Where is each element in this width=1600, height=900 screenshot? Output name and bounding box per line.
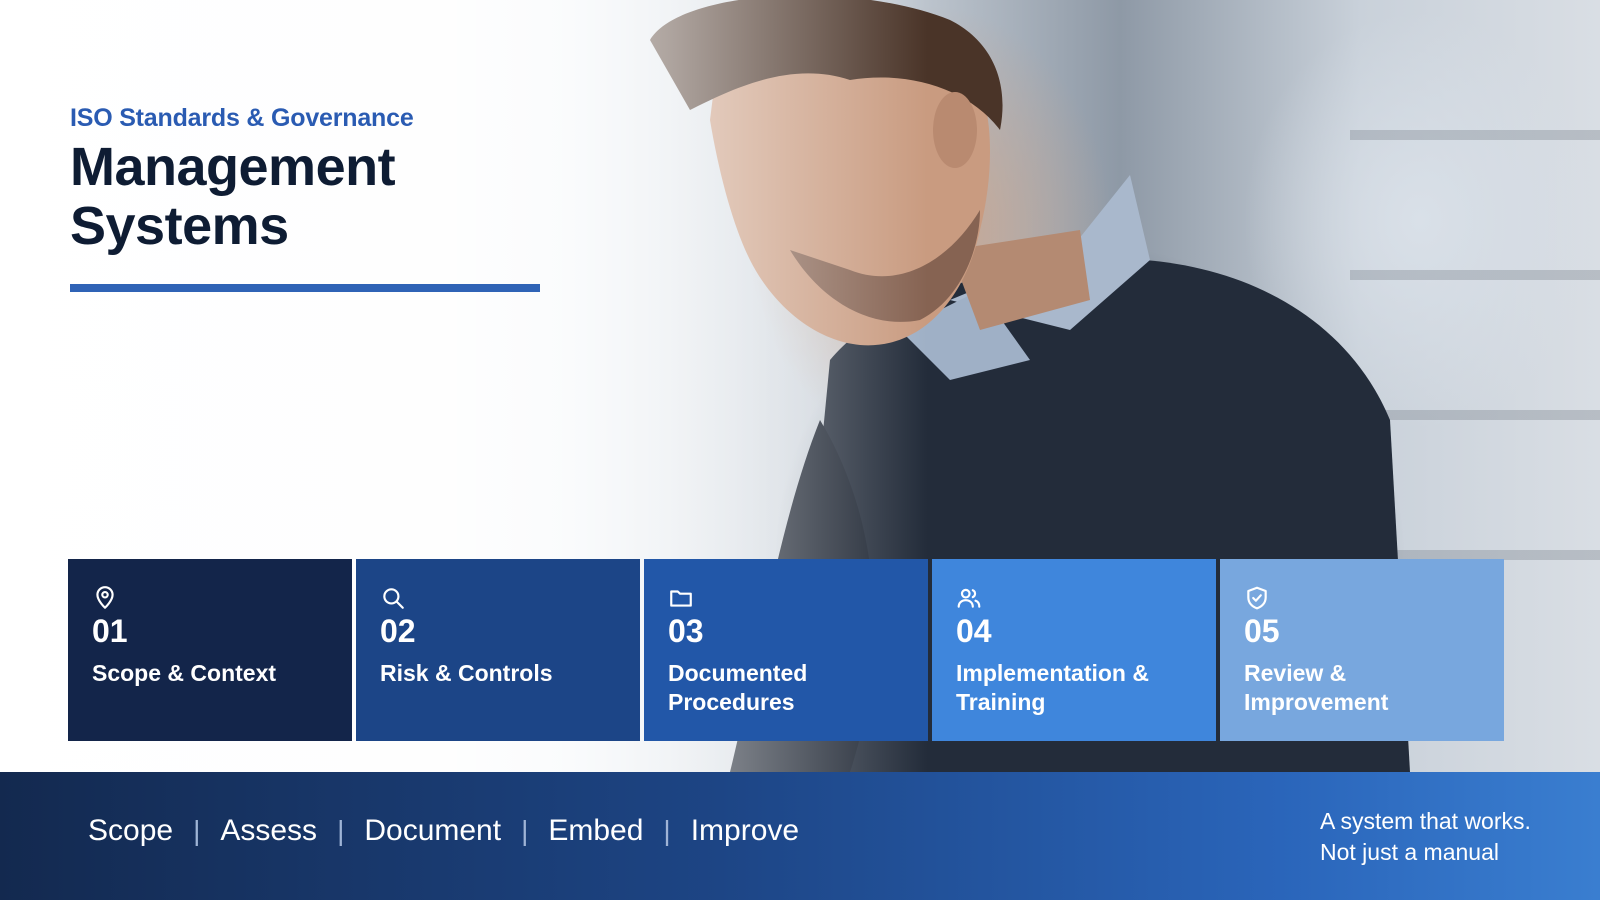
step-separator: | — [337, 815, 345, 846]
shield-check-icon — [1244, 585, 1270, 611]
page-title-line-2: Systems — [70, 196, 289, 256]
step-improve: Improve — [690, 814, 800, 847]
users-icon — [956, 585, 982, 611]
card-label: Review & Improvement — [1244, 660, 1389, 715]
card-label: Scope & Context — [92, 660, 277, 686]
card-number: 05 — [1244, 613, 1280, 649]
step-separator: | — [193, 815, 201, 846]
tagline: A system that works. Not just a manual — [1320, 806, 1580, 868]
card-number: 03 — [668, 613, 704, 649]
step-separator: | — [521, 815, 529, 846]
card-number: 02 — [380, 613, 416, 649]
card-label: Documented Procedures — [668, 660, 808, 715]
card-label: Implementation & Training — [956, 660, 1149, 715]
card-implementation-training: 04 Implementation & Training — [932, 559, 1216, 741]
step-document: Document — [364, 814, 502, 847]
folder-icon — [668, 585, 694, 611]
card-scope-context: 01 Scope & Context — [68, 559, 352, 741]
card-review-improvement: 05 Review & Improvement — [1220, 559, 1504, 741]
process-steps: Scope | Assess | Document | Embed | Impr… — [88, 814, 799, 848]
steps-cards: 01 Scope & Context 02 Risk & Controls 03… — [68, 559, 1504, 741]
eyebrow-label: ISO Standards & Governance — [70, 104, 414, 132]
step-assess: Assess — [220, 814, 318, 847]
card-number: 01 — [92, 613, 128, 649]
card-number: 04 — [956, 613, 992, 649]
step-scope: Scope — [88, 814, 174, 847]
card-risk-controls: 02 Risk & Controls — [356, 559, 640, 741]
tagline-line-1: A system that works. — [1320, 808, 1531, 834]
step-embed: Embed — [548, 814, 644, 847]
tagline-line-2: Not just a manual — [1320, 839, 1499, 865]
page-title: Management Systems — [70, 138, 590, 256]
card-label: Risk & Controls — [380, 660, 553, 686]
page-title-line-1: Management — [70, 137, 396, 197]
step-separator: | — [663, 815, 671, 846]
search-icon — [380, 585, 406, 611]
card-documented-procedures: 03 Documented Procedures — [644, 559, 928, 741]
map-pin-icon — [92, 585, 118, 611]
title-underline — [70, 284, 540, 292]
footer-bar: Scope | Assess | Document | Embed | Impr… — [0, 772, 1600, 900]
